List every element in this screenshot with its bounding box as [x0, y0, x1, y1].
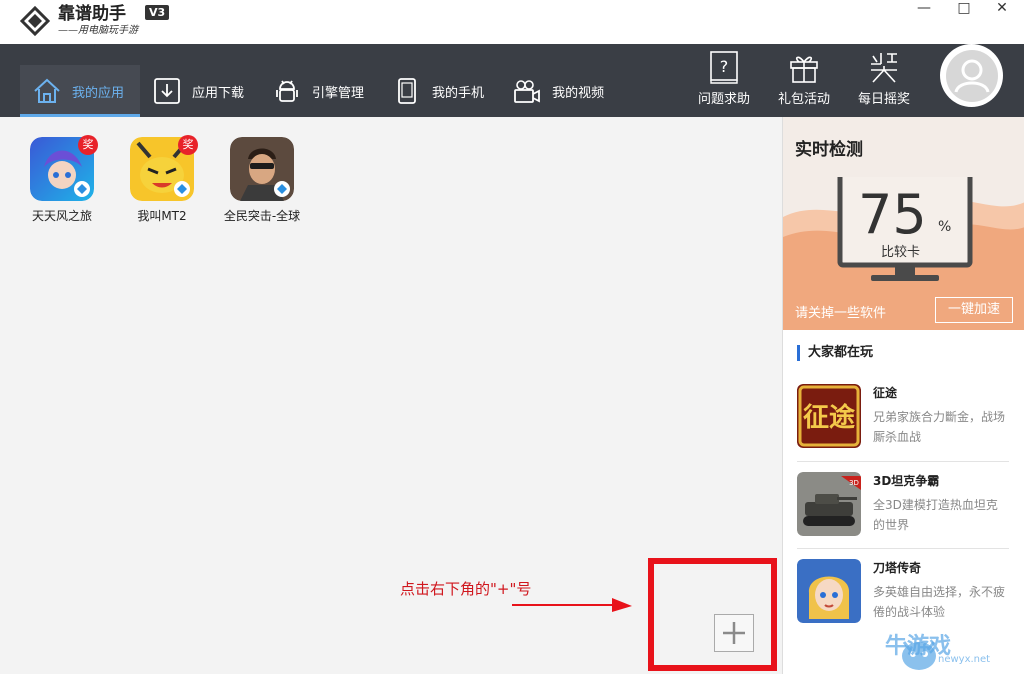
- title-bar: 靠谱助手 ——用电脑玩手游 V3 — □ ✕: [0, 0, 1024, 44]
- game-name: 刀塔传奇: [873, 561, 922, 575]
- tab-app-download[interactable]: 应用下载: [140, 65, 260, 117]
- lottery-label: 每日摇奖: [857, 92, 910, 107]
- tab-my-video[interactable]: 我的视频: [500, 65, 620, 117]
- game-zhengtu-icon: 征途: [797, 384, 861, 448]
- app-title: 靠谱助手: [58, 3, 126, 24]
- score-unit: %: [938, 219, 952, 235]
- plus-icon: [723, 622, 745, 644]
- home-icon: [34, 78, 60, 103]
- game-quanmin-tuji-icon: [230, 137, 294, 201]
- tab-engine-manage[interactable]: 引擎管理: [260, 65, 380, 117]
- tab-my-phone[interactable]: 我的手机: [380, 65, 500, 117]
- version-badge: V3: [145, 5, 170, 20]
- app-label: 我叫MT2: [137, 209, 187, 223]
- maximize-button[interactable]: □: [950, 0, 978, 18]
- app-icon: [230, 137, 294, 201]
- app-item[interactable]: 奖 我叫MT2: [112, 135, 212, 224]
- lottery-button[interactable]: 每日摇奖: [844, 50, 924, 107]
- close-software-hint: 请关掉一些软件: [795, 306, 887, 321]
- game-daota-icon: [797, 559, 861, 623]
- app-icon: 奖: [30, 135, 98, 201]
- video-camera-icon: [514, 80, 540, 103]
- logo-icon: [19, 5, 51, 37]
- realtime-monitor-panel: 实时检测 75 % 比较卡 请关掉一些软件 一键加速: [783, 117, 1024, 330]
- list-item[interactable]: 刀塔传奇 多英雄自由选择，永不疲倦的战斗体验: [797, 548, 1009, 635]
- performance-score: 75: [858, 183, 927, 246]
- add-app-button[interactable]: [714, 614, 754, 652]
- performance-grade: 比较卡: [881, 245, 921, 260]
- tab-label: 我的应用: [72, 85, 125, 101]
- lottery-icon: [871, 53, 897, 83]
- game-3d-tank-icon: 3D: [797, 472, 861, 536]
- tab-label: 我的手机: [432, 85, 485, 101]
- my-apps-grid: 奖 天天风之旅 奖 我叫MT2 全民突击-全球: [12, 135, 312, 224]
- download-icon: [154, 78, 180, 104]
- watermark-url: newyx.net: [938, 654, 991, 665]
- tab-label: 引擎管理: [312, 85, 365, 101]
- monitor-title: 实时检测: [795, 140, 863, 160]
- main-area: 奖 天天风之旅 奖 我叫MT2 全民突击-全球 点击右下角的"+"号: [0, 117, 782, 674]
- list-item[interactable]: 3D 3D坦克争霸 全3D建模打造热血坦克的世界: [797, 461, 1009, 548]
- gift-button[interactable]: 礼包活动: [764, 50, 844, 107]
- game-desc: 全3D建模打造热血坦克的世界: [873, 498, 998, 532]
- app-subtitle: ——用电脑玩手游: [58, 24, 138, 36]
- tab-label: 我的视频: [552, 85, 605, 101]
- app-icon: 奖: [130, 135, 198, 201]
- popular-games-list: 征途 征途 兄弟家族合力斷金，战场厮杀血战 3D 3D坦克争霸 全3D建模打造热…: [797, 374, 1009, 635]
- avatar[interactable]: [940, 44, 1003, 107]
- app-logo: 靠谱助手 ——用电脑玩手游: [18, 4, 138, 38]
- app-label: 天天风之旅: [31, 209, 92, 223]
- svg-text:?: ?: [720, 57, 729, 76]
- game-name: 3D坦克争霸: [873, 474, 940, 488]
- phone-icon: [398, 78, 416, 104]
- app-item[interactable]: 全民突击-全球: [212, 137, 312, 224]
- gift-label: 礼包活动: [777, 92, 830, 107]
- nav-tabs: 我的应用 应用下载 引擎管理 我的手机 我的视频: [20, 65, 620, 117]
- tab-my-apps[interactable]: 我的应用: [20, 65, 141, 117]
- right-sidebar: 实时检测 75 % 比较卡 请关掉一些软件 一键加速 大家都在玩 征途 征途 兄…: [782, 117, 1024, 674]
- help-label: 问题求助: [697, 92, 750, 107]
- nav-right-buttons: ? 问题求助 礼包活动 每日摇奖: [684, 50, 924, 107]
- tutorial-arrow-icon: [512, 598, 632, 612]
- app-label: 全民突击-全球: [223, 209, 301, 223]
- svg-text:征途: 征途: [803, 402, 856, 433]
- tab-label: 应用下载: [192, 85, 245, 101]
- help-button[interactable]: ? 问题求助: [684, 50, 764, 107]
- game-desc: 多英雄自由选择，永不疲倦的战斗体验: [873, 585, 1006, 619]
- game-name: 征途: [873, 386, 898, 400]
- minimize-button[interactable]: —: [910, 0, 938, 18]
- list-item[interactable]: 征途 征途 兄弟家族合力斷金，战场厮杀血战: [797, 374, 1009, 461]
- close-button[interactable]: ✕: [988, 0, 1016, 18]
- help-book-icon: ?: [710, 51, 738, 84]
- android-icon: [276, 80, 298, 102]
- popular-games-title: 大家都在玩: [797, 345, 873, 361]
- user-avatar-icon: [945, 49, 998, 102]
- game-desc: 兄弟家族合力斷金，战场厮杀血战: [873, 410, 1006, 444]
- prize-badge: 奖: [178, 135, 198, 155]
- prize-badge: 奖: [78, 135, 98, 155]
- one-click-boost-button[interactable]: 一键加速: [935, 297, 1013, 323]
- svg-text:3D: 3D: [849, 479, 859, 487]
- gift-icon: [790, 56, 818, 83]
- app-item[interactable]: 奖 天天风之旅: [12, 135, 112, 224]
- highlight-box: [648, 558, 777, 671]
